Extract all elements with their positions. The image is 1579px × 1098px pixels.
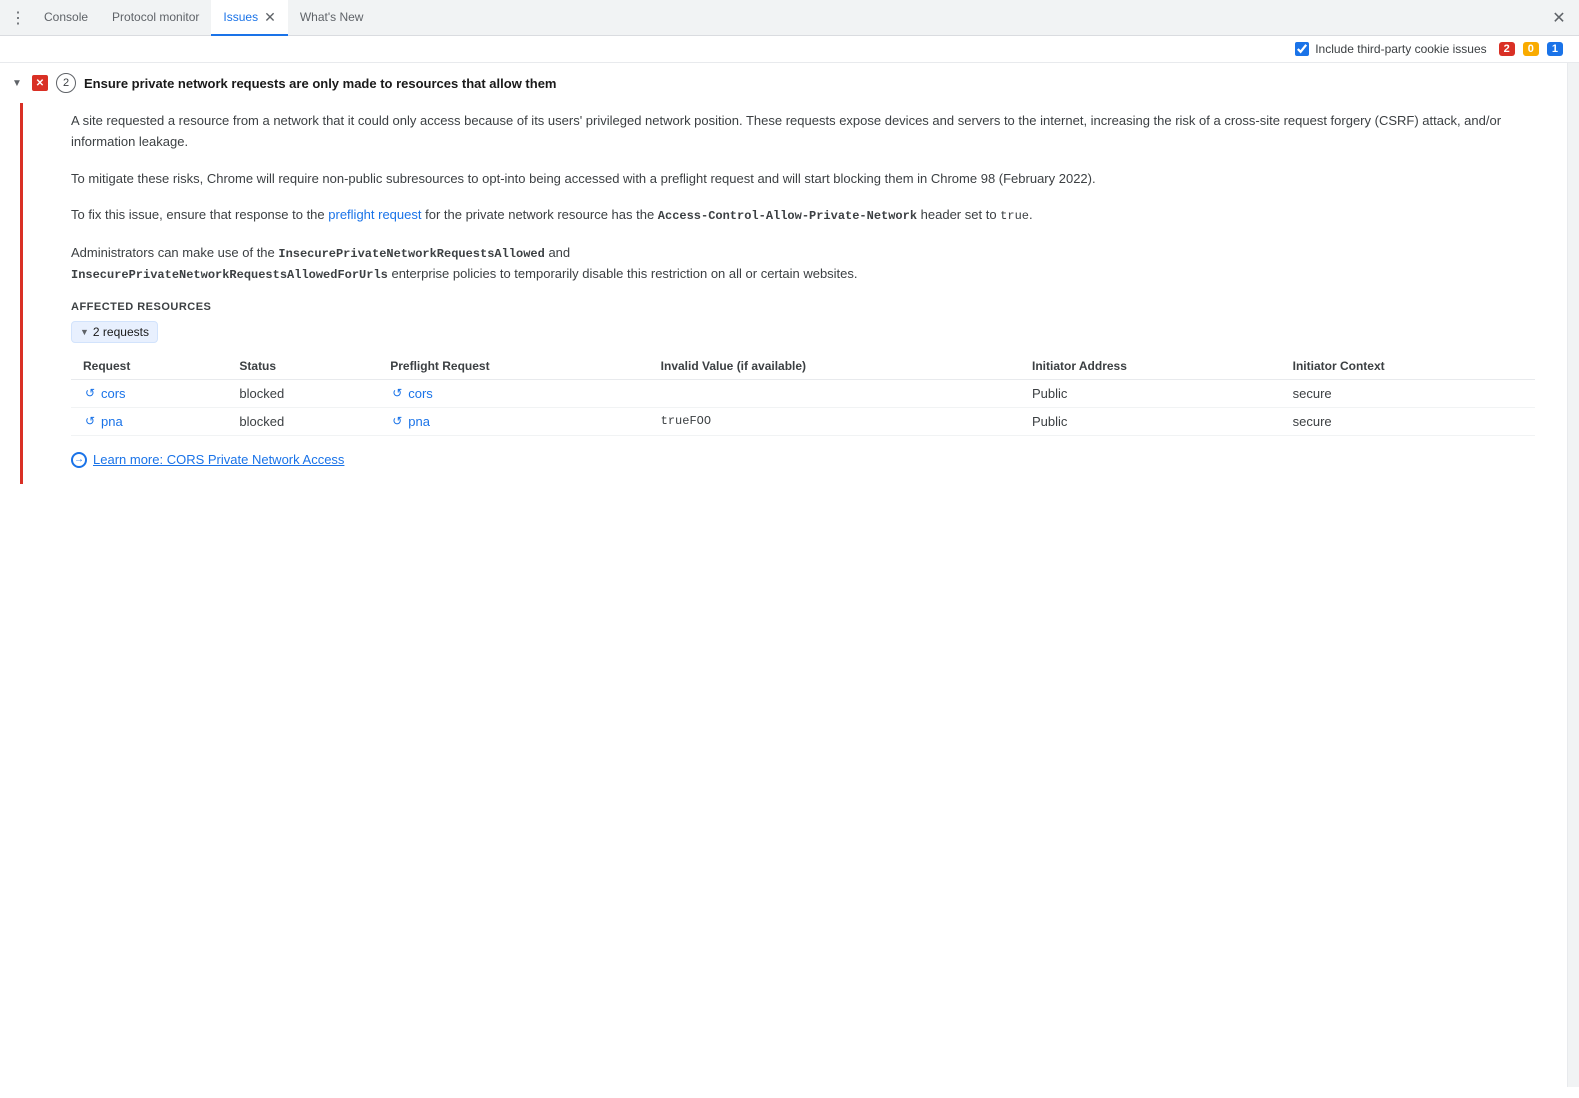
issue-description-1: A site requested a resource from a netwo…	[71, 111, 1535, 153]
initiator-address-cell-pna: Public	[1020, 407, 1281, 435]
issue-description-2: To mitigate these risks, Chrome will req…	[71, 169, 1535, 190]
initiator-context-cell-pna: secure	[1281, 407, 1535, 435]
error-type-icon: ✕	[32, 75, 48, 91]
preflight-link-pna[interactable]: ↺ pna	[390, 414, 636, 429]
issues-panel: ▼ ✕ 2 Ensure private network requests ar…	[0, 63, 1567, 1087]
learn-more-arrow-icon: →	[71, 452, 87, 468]
learn-more-link[interactable]: Learn more: CORS Private Network Access	[93, 452, 344, 467]
tab-issues[interactable]: Issues ✕	[211, 0, 287, 36]
tab-bar: ⋮ Console Protocol monitor Issues ✕ What…	[0, 0, 1579, 36]
tab-protocol-monitor[interactable]: Protocol monitor	[100, 0, 211, 36]
col-header-preflight: Preflight Request	[378, 353, 648, 380]
affected-resources-title: AFFECTED RESOURCES	[71, 301, 1535, 313]
reload-icon-2: ↺	[390, 386, 404, 400]
issue-group-header[interactable]: ▼ ✕ 2 Ensure private network requests ar…	[0, 63, 1567, 103]
issue-counts: 2 0 1	[1499, 42, 1563, 56]
invalid-value-cell-cors	[649, 379, 1020, 407]
more-tabs-button[interactable]: ⋮	[4, 4, 32, 32]
third-party-cookie-toggle[interactable]: Include third-party cookie issues	[1295, 42, 1486, 56]
toolbar-row: Include third-party cookie issues 2 0 1	[0, 36, 1579, 63]
table-row: ↺ pna blocked ↺ pna trueFOO Publ	[71, 407, 1535, 435]
close-devtools-button[interactable]: ✕	[1547, 6, 1571, 30]
reload-icon-3: ↺	[83, 414, 97, 428]
close-tab-icon[interactable]: ✕	[264, 10, 276, 24]
invalid-value-cell-pna: trueFOO	[649, 407, 1020, 435]
expand-chevron-icon: ▼	[12, 78, 24, 89]
tab-whats-new[interactable]: What's New	[288, 0, 376, 36]
info-count-badge: 1	[1547, 42, 1563, 56]
status-cell-pna: blocked	[227, 407, 378, 435]
access-control-header-code: Access-Control-Allow-Private-Network	[658, 209, 917, 223]
col-header-invalid-value: Invalid Value (if available)	[649, 353, 1020, 380]
request-cell-cors: ↺ cors	[71, 379, 227, 407]
table-row: ↺ cors blocked ↺ cors Public	[71, 379, 1535, 407]
col-header-status: Status	[227, 353, 378, 380]
warning-count-badge: 0	[1523, 42, 1539, 56]
third-party-cookie-checkbox[interactable]	[1295, 42, 1309, 56]
initiator-address-cell-cors: Public	[1020, 379, 1281, 407]
requests-toggle[interactable]: ▼ 2 requests	[71, 321, 158, 343]
preflight-request-link[interactable]: preflight request	[328, 207, 421, 222]
requests-table: Request Status Preflight Request Invalid…	[71, 353, 1535, 436]
preflight-cell-cors: ↺ cors	[378, 379, 648, 407]
reload-icon: ↺	[83, 386, 97, 400]
issue-description-3: To fix this issue, ensure that response …	[71, 205, 1535, 226]
request-link-pna[interactable]: ↺ pna	[83, 414, 215, 429]
status-cell-cors: blocked	[227, 379, 378, 407]
issue-title: Ensure private network requests are only…	[84, 76, 556, 91]
scrollbar-area[interactable]	[1567, 63, 1579, 1087]
insecure-policy-code-2: InsecurePrivateNetworkRequestsAllowedFor…	[71, 268, 388, 282]
preflight-link-cors[interactable]: ↺ cors	[390, 386, 636, 401]
true-value-code: true	[1000, 209, 1029, 223]
request-cell-pna: ↺ pna	[71, 407, 227, 435]
reload-icon-4: ↺	[390, 414, 404, 428]
initiator-context-cell-cors: secure	[1281, 379, 1535, 407]
issue-count-circle: 2	[56, 73, 76, 93]
tab-console[interactable]: Console	[32, 0, 100, 36]
issue-description-4: Administrators can make use of the Insec…	[71, 243, 1535, 285]
col-header-initiator-context: Initiator Context	[1281, 353, 1535, 380]
learn-more: → Learn more: CORS Private Network Acces…	[71, 452, 1535, 468]
insecure-policy-code-1: InsecurePrivateNetworkRequestsAllowed	[278, 247, 544, 261]
error-count-badge: 2	[1499, 42, 1515, 56]
col-header-request: Request	[71, 353, 227, 380]
preflight-cell-pna: ↺ pna	[378, 407, 648, 435]
request-link-cors[interactable]: ↺ cors	[83, 386, 215, 401]
requests-chevron-icon: ▼	[80, 327, 89, 337]
main-content: ▼ ✕ 2 Ensure private network requests ar…	[0, 63, 1579, 1087]
table-header-row: Request Status Preflight Request Invalid…	[71, 353, 1535, 380]
col-header-initiator-address: Initiator Address	[1020, 353, 1281, 380]
issue-detail: A site requested a resource from a netwo…	[20, 103, 1551, 484]
